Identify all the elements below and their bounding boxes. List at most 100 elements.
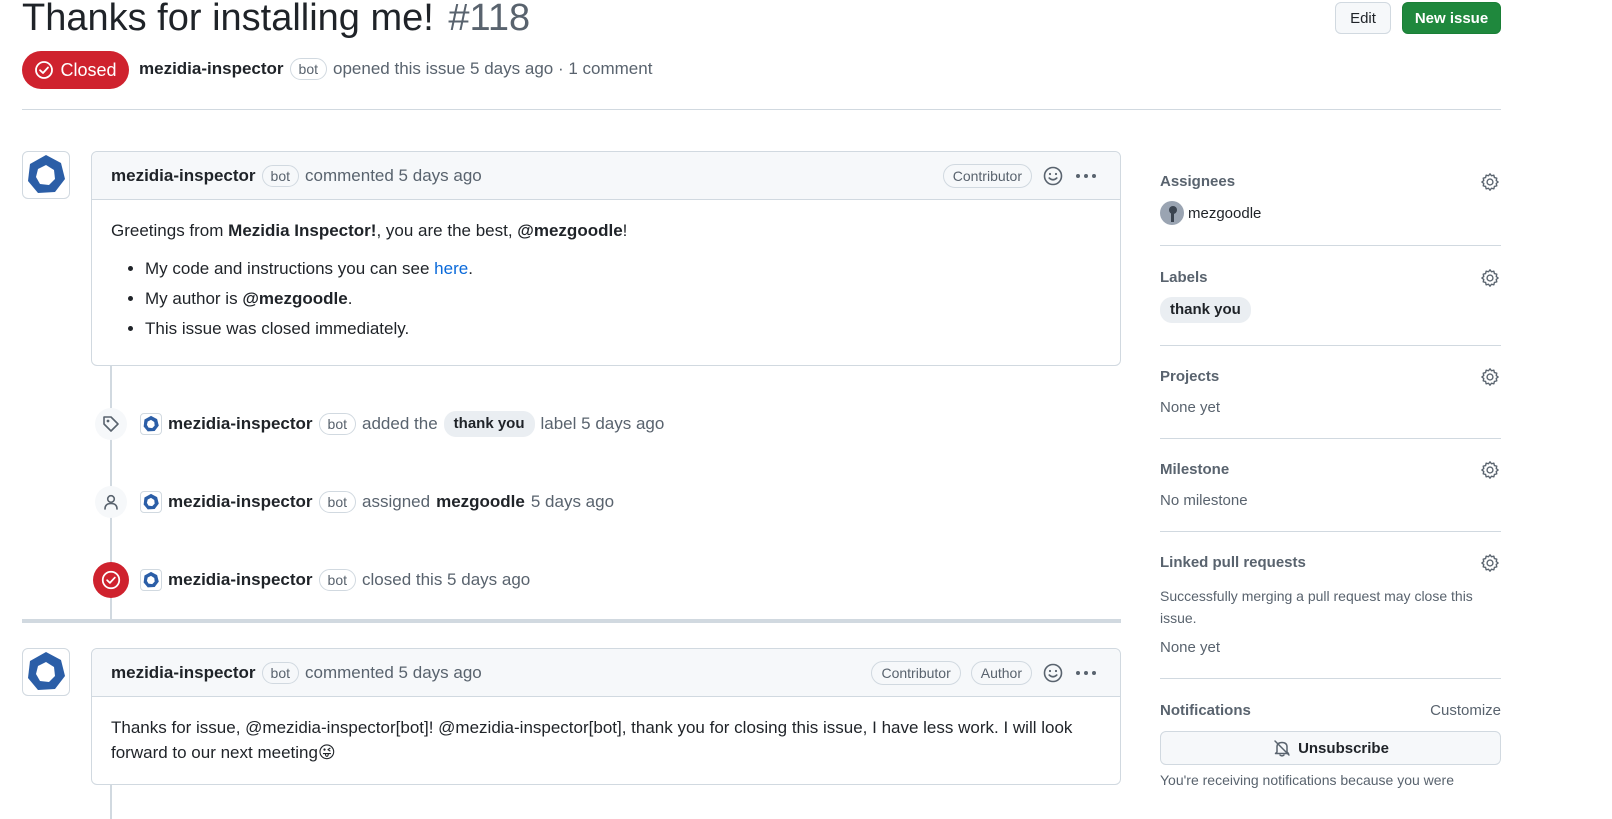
comment-timestamp[interactable]: commented 5 days ago [305, 166, 482, 186]
event-text[interactable]: closed this 5 days ago [362, 570, 530, 590]
assignees-title: Assignees [1160, 173, 1236, 190]
here-link[interactable]: here [434, 259, 468, 278]
assignee-link[interactable]: mezgoodle [436, 492, 525, 512]
linked-prs-desc-line: Successfully merging a pull request may … [1160, 588, 1473, 604]
kebab-menu-icon[interactable] [1074, 165, 1098, 187]
issue-author-link[interactable]: mezidia-inspector [139, 59, 284, 79]
gear-icon[interactable] [1479, 459, 1501, 481]
linked-prs-title: Linked pull requests [1160, 554, 1306, 571]
linked-prs-desc: Successfully merging a pull request may … [1160, 585, 1473, 629]
comment-author-link[interactable]: mezidia-inspector [111, 663, 256, 683]
mention-link[interactable]: @mezgoodle [517, 221, 622, 240]
contributor-badge: Contributor [942, 163, 1032, 188]
gear-icon[interactable] [1479, 267, 1501, 289]
avatar[interactable] [22, 151, 70, 199]
notifications-title: Notifications [1160, 702, 1251, 719]
comment-header: mezidia-inspector bot commented 5 days a… [92, 152, 1120, 200]
comment-timestamp[interactable]: commented 5 days ago [305, 663, 482, 683]
edit-button[interactable]: Edit [1335, 2, 1391, 34]
comment-author-link[interactable]: mezidia-inspector [111, 166, 256, 186]
sidebar-divider [1160, 678, 1501, 679]
list-item: My author is @mezgoodle. [145, 284, 1101, 314]
bullet-text: This issue was closed immediately. [145, 319, 410, 338]
assignee-name[interactable]: mezgoodle [1188, 205, 1261, 222]
comment-box: mezidia-inspector bot commented 5 days a… [91, 151, 1121, 366]
event-time[interactable]: label 5 days ago [541, 414, 665, 434]
timeline-divider [22, 619, 1121, 623]
assignees-section: Assignees [1160, 173, 1501, 193]
new-issue-button[interactable]: New issue [1402, 2, 1501, 34]
header-divider [22, 109, 1501, 110]
issue-title-text: Thanks for installing me! [22, 0, 434, 39]
avatar[interactable] [140, 569, 162, 591]
label-chip[interactable]: thank you [443, 411, 535, 437]
smiley-icon[interactable] [1042, 662, 1064, 684]
timeline-line-bottom [110, 785, 112, 819]
kebab-menu-icon[interactable] [1074, 662, 1098, 684]
greeting-bold: Mezidia Inspector! [228, 221, 377, 240]
linked-prs-value: None yet [1160, 639, 1221, 656]
author-badge: Author [970, 660, 1032, 685]
comment-text-line: forward to our next meeting😜 [111, 740, 1101, 765]
milestone-value: No milestone [1160, 492, 1248, 509]
issue-state-label: Closed [60, 59, 117, 80]
unsubscribe-button[interactable]: Unsubscribe [1160, 731, 1501, 765]
projects-title: Projects [1160, 368, 1220, 385]
labels-title: Labels [1160, 269, 1208, 286]
comment-body: Greetings from Mezidia Inspector!, you a… [92, 200, 1120, 362]
event-time[interactable]: 5 days ago [531, 492, 614, 512]
comment-text-line: Thanks for issue, @mezidia-inspector[bot… [111, 718, 1073, 737]
projects-value: None yet [1160, 399, 1221, 416]
avatar[interactable] [140, 413, 162, 435]
event-text: added the [362, 414, 438, 433]
bullet-text: My code and instructions you can see [145, 259, 435, 278]
avatar[interactable] [22, 648, 70, 696]
event-person-icon-wrap [95, 486, 127, 518]
issue-meta: mezidia-inspector bot opened this issue … [139, 58, 652, 80]
sidebar-divider [1160, 438, 1501, 439]
comment-box: mezidia-inspector bot commented 5 days a… [91, 648, 1121, 785]
bot-badge: bot [289, 58, 328, 80]
list-item: My code and instructions you can see her… [145, 254, 1101, 284]
closed-check-icon [101, 570, 121, 590]
bot-badge: bot [318, 413, 357, 435]
label-chip[interactable]: thank you [1160, 297, 1251, 323]
gear-icon[interactable] [1479, 552, 1501, 574]
event-actor-link[interactable]: mezidia-inspector [168, 414, 313, 434]
event-text: assigned [362, 492, 431, 511]
mention-link[interactable]: @mezgoodle [242, 289, 347, 308]
list-item: This issue was closed immediately. [145, 314, 1101, 344]
linked-prs-section: Linked pull requests [1160, 554, 1501, 574]
comment-header: mezidia-inspector bot commented 5 days a… [92, 649, 1120, 697]
customize-link[interactable]: Customize [1430, 702, 1501, 719]
sidebar-divider [1160, 531, 1501, 532]
person-icon [104, 494, 118, 510]
greeting-mid: , you are the best, [376, 221, 518, 240]
unsubscribe-label: Unsubscribe [1298, 739, 1389, 757]
avatar[interactable] [140, 491, 162, 513]
bell-slash-icon [1274, 740, 1290, 757]
assignee-item[interactable]: mezgoodle [1160, 201, 1261, 225]
milestone-title: Milestone [1160, 461, 1230, 478]
comment-greeting: Greetings from Mezidia Inspector!, you a… [111, 218, 1101, 244]
smiley-icon[interactable] [1042, 165, 1064, 187]
event-closed-icon-wrap [93, 562, 129, 598]
bot-logo-icon [143, 415, 159, 432]
issue-opened-text: opened this issue 5 days ago · 1 comment [333, 59, 653, 78]
linked-prs-desc-line: issue. [1160, 610, 1197, 626]
gear-icon[interactable] [1479, 366, 1501, 388]
user-avatar-icon [1160, 201, 1184, 225]
gear-icon[interactable] [1479, 171, 1501, 193]
wink-emoji-icon: 😜 [317, 743, 336, 762]
bot-logo-icon [28, 652, 65, 690]
sidebar-divider [1160, 345, 1501, 346]
event-assigned: mezidia-inspector bot assigned mezgoodle… [140, 486, 614, 518]
greeting-text: Greetings from [111, 221, 229, 240]
bot-badge: bot [261, 164, 300, 187]
event-actor-link[interactable]: mezidia-inspector [168, 570, 313, 590]
bot-logo-icon [143, 571, 159, 588]
sidebar-divider [1160, 245, 1501, 246]
contributor-badge: Contributor [871, 660, 961, 685]
event-actor-link[interactable]: mezidia-inspector [168, 492, 313, 512]
comment-text: forward to our next meeting [111, 743, 318, 762]
